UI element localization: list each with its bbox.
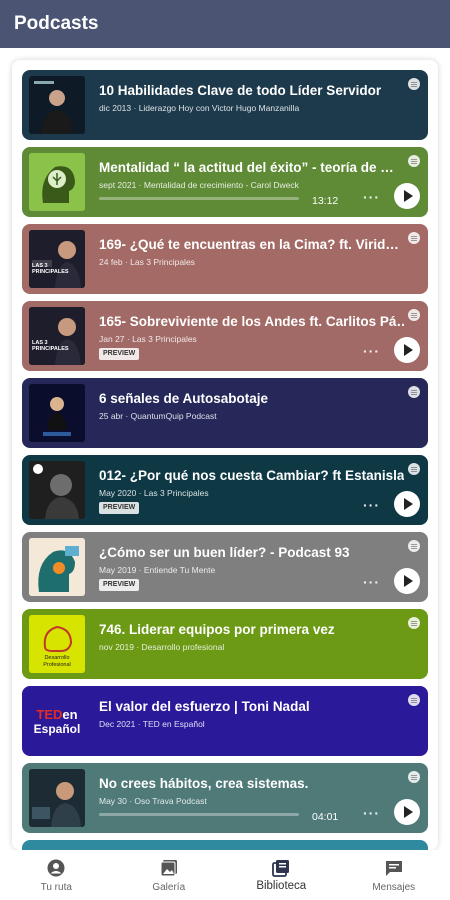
- spotify-icon: [408, 309, 420, 321]
- episode-thumbnail: [29, 461, 85, 519]
- gallery-icon: [160, 860, 177, 877]
- thumbnail-label: LAS 3 PRINCIPALES: [32, 263, 69, 275]
- user-circle-icon: [47, 859, 65, 877]
- episode-title: 169- ¿Qué te encuentras en la Cima? ft. …: [99, 237, 399, 252]
- nav-label: Biblioteca: [256, 880, 307, 892]
- spotify-icon: [408, 155, 420, 167]
- nav-label: Tu ruta: [40, 882, 72, 893]
- episode-card[interactable]: ¿Cómo ser un buen líder? - Podcast 93 Ma…: [22, 532, 428, 602]
- spotify-icon: [408, 617, 420, 629]
- nav-label: Mensajes: [372, 882, 416, 893]
- nav-item-galeria[interactable]: Galería: [113, 850, 226, 900]
- episode-card[interactable]: Desarrollo Profesional 746. Liderar equi…: [22, 609, 428, 679]
- episode-card[interactable]: LAS 3 PRINCIPALES 165- Sobreviviente de …: [22, 301, 428, 371]
- episode-subtitle: May 30 · Oso Trava Podcast: [99, 796, 207, 806]
- message-icon: [385, 861, 402, 876]
- nav-item-biblioteca[interactable]: Biblioteca: [225, 850, 338, 900]
- progress-bar[interactable]: [99, 813, 299, 816]
- nav-label: Galería: [152, 882, 186, 893]
- episode-title: ¿Cómo ser un buen líder? - Podcast 93: [99, 545, 350, 560]
- play-button[interactable]: [394, 491, 420, 517]
- episode-title: 012- ¿Por qué nos cuesta Cambiar? ft Est…: [99, 468, 404, 483]
- spotify-icon: [408, 386, 420, 398]
- progress-bar[interactable]: [99, 197, 299, 200]
- nav-item-tu-ruta[interactable]: Tu ruta: [0, 850, 113, 900]
- spotify-icon: [408, 232, 420, 244]
- episode-subtitle: Dec 2021 · TED en Español: [99, 719, 205, 729]
- more-options-icon[interactable]: ···: [363, 497, 380, 513]
- episode-thumbnail: [29, 153, 85, 211]
- episode-subtitle: 24 feb · Las 3 Principales: [99, 257, 195, 267]
- episode-card[interactable]: TEDen Español El valor del esfuerzo | To…: [22, 686, 428, 756]
- episode-card[interactable]: No crees hábitos, crea sistemas. May 30 …: [22, 763, 428, 833]
- episode-thumbnail: LAS 3 PRINCIPALES: [29, 307, 85, 365]
- episode-thumbnail: TEDen Español: [29, 692, 85, 750]
- spotify-icon: [408, 463, 420, 475]
- episode-title: 6 señales de Autosabotaje: [99, 391, 269, 406]
- preview-badge: PREVIEW: [99, 579, 140, 591]
- episode-card[interactable]: LAS 3 PRINCIPALES 169- ¿Qué te encuentra…: [22, 224, 428, 294]
- spotify-icon: [408, 78, 420, 90]
- more-options-icon[interactable]: ···: [363, 574, 380, 590]
- episode-subtitle: 25 abr · QuantumQuip Podcast: [99, 411, 217, 421]
- episode-subtitle: Jan 27 · Las 3 Principales: [99, 334, 197, 344]
- episode-subtitle: sept 2021 · Mentalidad de crecimiento - …: [99, 180, 299, 190]
- episode-card[interactable]: [22, 840, 428, 850]
- thumbnail-label: Español: [33, 722, 81, 736]
- episode-title: 165- Sobreviviente de los Andes ft. Carl…: [99, 314, 404, 329]
- episode-thumbnail: LAS 3 PRINCIPALES: [29, 230, 85, 288]
- preview-badge: PREVIEW: [99, 502, 140, 514]
- spotify-icon: [408, 771, 420, 783]
- episode-title: 746. Liderar equipos por primera vez: [99, 622, 335, 637]
- episode-title: No crees hábitos, crea sistemas.: [99, 776, 309, 791]
- episode-card[interactable]: 6 señales de Autosabotaje 25 abr · Quant…: [22, 378, 428, 448]
- page-title: Podcasts: [14, 13, 99, 34]
- ted-logo: TEDen: [36, 707, 78, 722]
- remaining-time: 13:12: [312, 195, 339, 207]
- episode-card[interactable]: 012- ¿Por qué nos cuesta Cambiar? ft Est…: [22, 455, 428, 525]
- thumbnail-label: Desarrollo Profesional: [43, 655, 71, 668]
- preview-badge: PREVIEW: [99, 348, 140, 360]
- episode-title: El valor del esfuerzo | Toni Nadal: [99, 699, 310, 714]
- spotify-icon: [408, 694, 420, 706]
- more-options-icon[interactable]: ···: [363, 343, 380, 359]
- episode-thumbnail: [29, 76, 85, 134]
- episode-card[interactable]: Mentalidad “ la actitud del éxito” - teo…: [22, 147, 428, 217]
- episode-subtitle: May 2020 · Las 3 Principales: [99, 488, 209, 498]
- play-button[interactable]: [394, 799, 420, 825]
- bottom-navigation: Tu ruta Galería Biblioteca Mensajes: [0, 850, 450, 900]
- app-header: Podcasts: [0, 0, 450, 48]
- episode-title: Mentalidad “ la actitud del éxito” - teo…: [99, 160, 394, 175]
- more-options-icon[interactable]: ···: [363, 805, 380, 821]
- episode-thumbnail: [29, 384, 85, 442]
- episode-thumbnail: [29, 769, 85, 827]
- episode-thumbnail: Desarrollo Profesional: [29, 615, 85, 673]
- episode-subtitle: nov 2019 · Desarrollo profesional: [99, 642, 225, 652]
- thumbnail-label: LAS 3 PRINCIPALES: [32, 340, 69, 352]
- spotify-icon: [408, 540, 420, 552]
- nav-item-mensajes[interactable]: Mensajes: [338, 850, 450, 900]
- play-button[interactable]: [394, 183, 420, 209]
- library-icon: [272, 860, 290, 877]
- episode-list[interactable]: 10 Habilidades Clave de todo Líder Servi…: [12, 60, 438, 850]
- episode-thumbnail: [29, 538, 85, 596]
- episode-subtitle: May 2019 · Entiende Tu Mente: [99, 565, 216, 575]
- episode-subtitle: dic 2013 · Liderazgo Hoy con Victor Hugo…: [99, 103, 300, 113]
- play-button[interactable]: [394, 337, 420, 363]
- more-options-icon[interactable]: ···: [363, 189, 380, 205]
- play-button[interactable]: [394, 568, 420, 594]
- episode-title: 10 Habilidades Clave de todo Líder Servi…: [99, 83, 382, 98]
- remaining-time: 04:01: [312, 811, 339, 823]
- episode-card[interactable]: 10 Habilidades Clave de todo Líder Servi…: [22, 70, 428, 140]
